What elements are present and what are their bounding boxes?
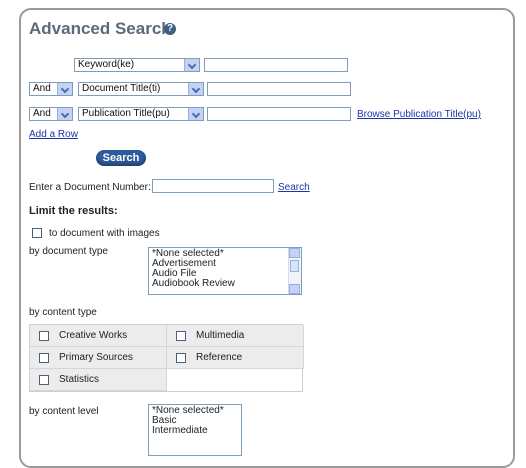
add-row-link[interactable]: Add a Row [29, 129, 78, 140]
checkbox[interactable] [39, 353, 49, 363]
checkbox[interactable] [39, 331, 49, 341]
scroll-thumb[interactable] [290, 260, 299, 272]
chevron-down-icon [184, 59, 199, 71]
operator-select-value: And [33, 83, 51, 94]
content-type-option[interactable]: Creative Works [30, 325, 167, 347]
search-term-input-row-1[interactable] [204, 58, 348, 72]
document-number-label: Enter a Document Number: [29, 182, 151, 193]
images-checkbox[interactable] [32, 228, 42, 238]
field-select-row-1[interactable]: Keyword(ke) [74, 58, 200, 72]
content-type-grid: Creative Works Multimedia Primary Source… [29, 324, 304, 392]
page-title: Advanced Search [29, 19, 172, 38]
document-number-input[interactable] [152, 179, 274, 193]
images-checkbox-label: to document with images [49, 228, 160, 239]
content-type-option-label: Statistics [59, 374, 100, 385]
field-select-value: Publication Title(pu) [82, 108, 170, 119]
limit-results-heading: Limit the results: [29, 205, 118, 217]
scroll-up-icon[interactable] [289, 248, 300, 258]
content-type-option[interactable]: Reference [167, 347, 304, 369]
document-type-label: by document type [29, 246, 108, 257]
chevron-down-icon [188, 83, 203, 95]
search-button[interactable]: Search [96, 150, 146, 166]
help-icon[interactable]: ? [164, 23, 176, 35]
checkbox[interactable] [176, 353, 186, 363]
document-number-search-link[interactable]: Search [278, 182, 310, 193]
scroll-down-icon[interactable] [289, 284, 300, 294]
list-option[interactable]: Intermediate [152, 426, 238, 436]
content-type-option-label: Multimedia [196, 330, 245, 341]
content-type-option-label: Creative Works [59, 330, 128, 341]
chevron-down-icon [188, 108, 203, 120]
content-type-option[interactable]: Primary Sources [30, 347, 167, 369]
operator-select-row-2[interactable]: And [29, 82, 73, 96]
field-select-row-3[interactable]: Publication Title(pu) [78, 107, 204, 121]
content-type-label: by content type [29, 307, 97, 318]
checkbox[interactable] [176, 331, 186, 341]
content-type-option[interactable]: Statistics [30, 369, 167, 391]
search-term-input-row-3[interactable] [207, 107, 351, 121]
chevron-down-icon [57, 83, 72, 95]
content-type-option-label: Reference [196, 352, 243, 363]
chevron-down-icon [57, 108, 72, 120]
operator-select-value: And [33, 108, 51, 119]
content-level-label: by content level [29, 406, 99, 417]
listbox-scrollbar[interactable] [288, 248, 301, 294]
field-select-value: Document Title(ti) [82, 83, 161, 94]
field-select-row-2[interactable]: Document Title(ti) [78, 82, 204, 96]
field-select-value: Keyword(ke) [78, 59, 135, 70]
list-option[interactable]: Audiobook Review [152, 279, 298, 289]
checkbox[interactable] [39, 375, 49, 385]
operator-select-row-3[interactable]: And [29, 107, 73, 121]
content-type-option[interactable]: Multimedia [167, 325, 304, 347]
document-type-listbox[interactable]: *None selected* Advertisement Audio File… [148, 247, 302, 295]
browse-publication-link[interactable]: Browse Publication Title(pu) [357, 109, 481, 120]
content-type-option-label: Primary Sources [59, 352, 133, 363]
content-level-listbox[interactable]: *None selected* Basic Intermediate [148, 404, 242, 456]
search-term-input-row-2[interactable] [207, 82, 351, 96]
